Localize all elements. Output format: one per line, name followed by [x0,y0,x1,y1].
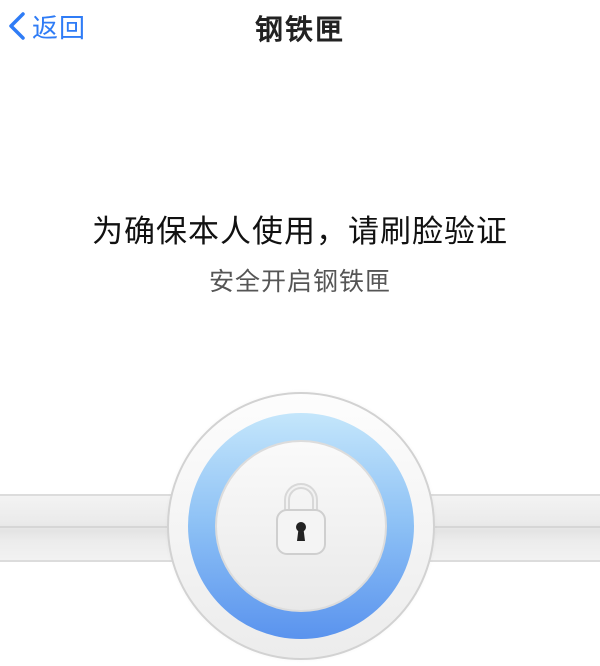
face-verification-screen: 返回 钢铁匣 为确保本人使用，请刷脸验证 安全开启钢铁匣 [0,0,600,666]
right-rail [420,494,600,562]
verification-subtitle: 安全开启钢铁匣 [208,267,391,296]
left-rail [0,494,180,562]
page-title: 钢铁匣 [254,13,345,46]
lock-dial-button[interactable] [163,388,439,664]
verification-prompt: 为确保本人使用，请刷脸验证 [92,214,508,250]
navigation-bar: 返回 钢铁匣 [0,0,600,54]
